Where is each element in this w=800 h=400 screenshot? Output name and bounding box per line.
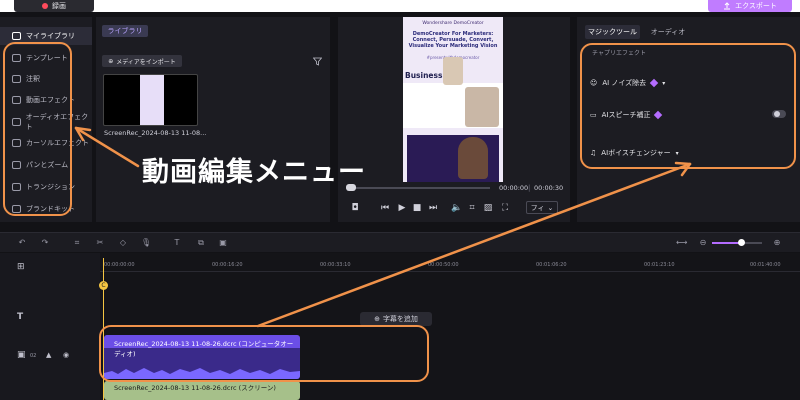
arrow-to-sidebar [74,126,140,168]
annotation-arrows [74,126,692,328]
annotation-label: 動画編集メニュー [142,157,366,188]
